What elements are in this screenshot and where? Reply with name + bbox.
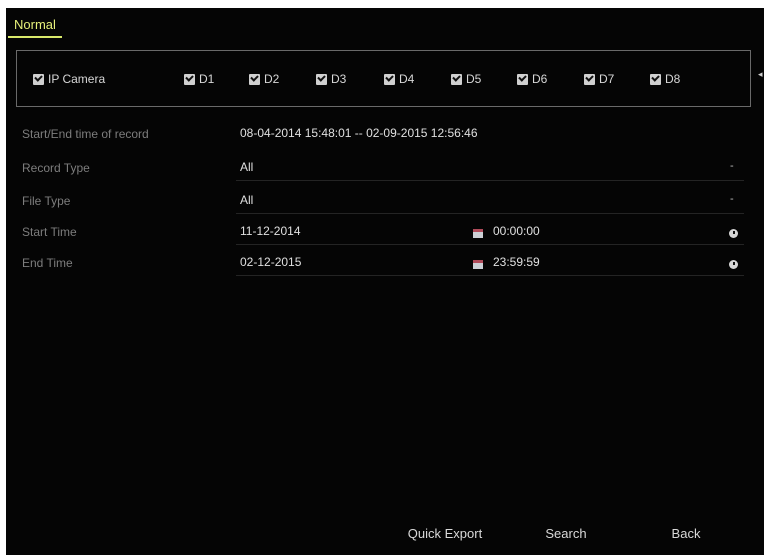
calendar-icon[interactable] — [473, 260, 483, 269]
quick-export-button[interactable]: Quick Export — [391, 523, 499, 545]
channel-checkbox-d3[interactable]: D3 — [316, 72, 346, 86]
field-underline — [236, 213, 744, 214]
end-time-row: End Time 02-12-2015 23:59:59 — [6, 252, 764, 276]
channel-checkbox-d8[interactable]: D8 — [650, 72, 680, 86]
file-type-row: File Type All - — [6, 190, 764, 214]
field-underline — [236, 275, 490, 276]
search-screen: Normal IP Camera D1 D2 D3 D4 D5 D6 D7 D8… — [6, 8, 764, 555]
channel-selector: IP Camera D1 D2 D3 D4 D5 D6 D7 D8 — [16, 50, 751, 107]
start-time-value: 00:00:00 — [493, 224, 540, 238]
clock-icon[interactable] — [729, 260, 738, 269]
record-type-select[interactable]: All — [236, 157, 744, 181]
dropdown-icon[interactable]: - — [730, 193, 734, 205]
end-date-value: 02-12-2015 — [240, 255, 302, 269]
file-type-label: File Type — [22, 194, 71, 208]
channel-label: D7 — [599, 72, 615, 86]
checkbox-checked-icon — [33, 73, 44, 85]
end-time-field[interactable]: 23:59:59 — [490, 252, 744, 276]
field-underline — [490, 244, 744, 245]
dropdown-icon[interactable]: - — [730, 160, 734, 172]
record-type-row: Record Type All - — [6, 157, 764, 181]
tab-active-underline — [8, 36, 62, 38]
search-button[interactable]: Search — [526, 523, 606, 545]
channel-checkbox-ip-camera[interactable]: IP Camera — [33, 72, 105, 86]
start-date-field[interactable]: 11-12-2014 — [236, 221, 490, 245]
start-time-field[interactable]: 00:00:00 — [490, 221, 744, 245]
calendar-icon[interactable] — [473, 229, 483, 238]
start-time-row: Start Time 11-12-2014 00:00:00 — [6, 221, 764, 245]
field-underline — [236, 180, 744, 181]
caret-right-icon: ◂ — [758, 69, 763, 79]
record-type-value: All — [240, 160, 254, 174]
record-type-label: Record Type — [22, 161, 90, 175]
start-date-value: 11-12-2014 — [240, 224, 301, 238]
channel-label: D5 — [466, 72, 482, 86]
channel-checkbox-d7[interactable]: D7 — [584, 72, 614, 86]
channel-label: D8 — [665, 72, 681, 86]
end-date-field[interactable]: 02-12-2015 — [236, 252, 490, 276]
checkbox-checked-icon — [384, 73, 395, 85]
channel-checkbox-d1[interactable]: D1 — [184, 72, 214, 86]
channel-label: IP Camera — [48, 72, 106, 86]
checkbox-checked-icon — [517, 73, 528, 85]
checkbox-checked-icon — [584, 73, 595, 85]
checkbox-checked-icon — [316, 73, 327, 85]
record-range-row: Start/End time of record 08-04-2014 15:4… — [6, 123, 764, 147]
clock-icon[interactable] — [729, 229, 738, 238]
channel-checkbox-d6[interactable]: D6 — [517, 72, 547, 86]
file-type-value: All — [240, 193, 254, 207]
channel-label: D6 — [532, 72, 548, 86]
start-time-label: Start Time — [22, 225, 77, 239]
record-range-label: Start/End time of record — [22, 127, 149, 141]
channel-checkbox-d5[interactable]: D5 — [451, 72, 481, 86]
end-time-label: End Time — [22, 256, 73, 270]
field-underline — [236, 244, 490, 245]
tab-normal-label: Normal — [14, 17, 56, 32]
end-time-value: 23:59:59 — [493, 255, 540, 269]
checkbox-checked-icon — [184, 73, 195, 85]
channel-checkbox-d2[interactable]: D2 — [249, 72, 279, 86]
channel-label: D2 — [264, 72, 280, 86]
channel-label: D1 — [199, 72, 215, 86]
channel-label: D3 — [331, 72, 347, 86]
file-type-select[interactable]: All — [236, 190, 744, 214]
checkbox-checked-icon — [249, 73, 260, 85]
channel-label: D4 — [399, 72, 415, 86]
checkbox-checked-icon — [650, 73, 661, 85]
checkbox-checked-icon — [451, 73, 462, 85]
field-underline — [490, 275, 744, 276]
channel-checkbox-d4[interactable]: D4 — [384, 72, 414, 86]
record-range-value: 08-04-2014 15:48:01 -- 02-09-2015 12:56:… — [240, 126, 478, 140]
tab-normal[interactable]: Normal — [8, 8, 62, 40]
back-button[interactable]: Back — [651, 523, 721, 545]
